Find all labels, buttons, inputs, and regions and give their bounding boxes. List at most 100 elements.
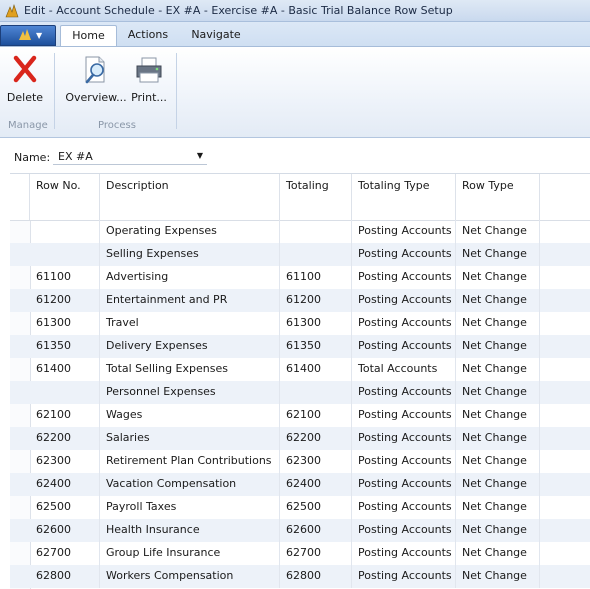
- column-header-totaling[interactable]: Totaling: [280, 174, 352, 220]
- cell-description[interactable]: Total Selling Expenses: [100, 358, 280, 381]
- cell-totaling[interactable]: 62100: [280, 404, 352, 427]
- cell-row-no[interactable]: 61400: [30, 358, 100, 381]
- chevron-down-icon[interactable]: ▼: [197, 151, 203, 160]
- cell-totaling-type[interactable]: Posting Accounts: [352, 565, 456, 588]
- cell-totaling-type[interactable]: Total Accounts: [352, 358, 456, 381]
- cell-totaling-type[interactable]: Posting Accounts: [352, 542, 456, 565]
- cell-totaling[interactable]: 61300: [280, 312, 352, 335]
- column-header-row-no[interactable]: Row No.: [30, 174, 100, 220]
- cell-totaling-type[interactable]: Posting Accounts: [352, 496, 456, 519]
- table-row[interactable]: 62200 Salaries 62200 Posting Accounts Net Ch…: [10, 427, 590, 450]
- cell-totaling-type[interactable]: Posting Accounts: [352, 289, 456, 312]
- cell-row-no[interactable]: 62400: [30, 473, 100, 496]
- tab-home[interactable]: Home: [60, 25, 117, 46]
- table-row[interactable]: 61100 Advertising 61100 Posting Accounts Net…: [10, 266, 590, 289]
- cell-totaling-type[interactable]: Posting Accounts: [352, 220, 456, 243]
- cell-row-type[interactable]: Net Change: [456, 312, 540, 335]
- cell-description[interactable]: Payroll Taxes: [100, 496, 280, 519]
- table-row[interactable]: 62400 Vacation Compensation 62400 Posting A…: [10, 473, 590, 496]
- cell-description[interactable]: Workers Compensation: [100, 565, 280, 588]
- application-menu-button[interactable]: ▼: [0, 25, 56, 46]
- cell-description[interactable]: Vacation Compensation: [100, 473, 280, 496]
- cell-row-no[interactable]: 62800: [30, 565, 100, 588]
- cell-row-no[interactable]: 62300: [30, 450, 100, 473]
- cell-description[interactable]: Salaries: [100, 427, 280, 450]
- cell-row-type[interactable]: Net Change: [456, 404, 540, 427]
- cell-row-no[interactable]: 62500: [30, 496, 100, 519]
- cell-row-no[interactable]: [30, 381, 100, 404]
- cell-row-no[interactable]: 62700: [30, 542, 100, 565]
- cell-row-type[interactable]: Net Change: [456, 427, 540, 450]
- table-row[interactable]: 61350 Delivery Expenses 61350 Posting Accou…: [10, 335, 590, 358]
- cell-totaling-type[interactable]: Posting Accounts: [352, 519, 456, 542]
- cell-totaling[interactable]: 62800: [280, 565, 352, 588]
- cell-totaling-type[interactable]: Posting Accounts: [352, 266, 456, 289]
- cell-totaling[interactable]: [280, 381, 352, 404]
- cell-totaling-type[interactable]: Posting Accounts: [352, 312, 456, 335]
- cell-totaling[interactable]: 61350: [280, 335, 352, 358]
- tab-actions[interactable]: Actions: [119, 25, 177, 46]
- cell-totaling[interactable]: 62200: [280, 427, 352, 450]
- column-header-row-type[interactable]: Row Type: [456, 174, 540, 220]
- cell-totaling-type[interactable]: Posting Accounts: [352, 473, 456, 496]
- column-header-totaling-type[interactable]: Totaling Type: [352, 174, 456, 220]
- cell-row-type[interactable]: Net Change: [456, 565, 540, 588]
- cell-totaling[interactable]: 62500: [280, 496, 352, 519]
- cell-totaling[interactable]: 62600: [280, 519, 352, 542]
- cell-totaling-type[interactable]: Posting Accounts: [352, 335, 456, 358]
- cell-row-type[interactable]: Net Change: [456, 266, 540, 289]
- cell-totaling[interactable]: 62300: [280, 450, 352, 473]
- cell-description[interactable]: Personnel Expenses: [100, 381, 280, 404]
- cell-row-type[interactable]: Net Change: [456, 335, 540, 358]
- cell-description[interactable]: Retirement Plan Contributions: [100, 450, 280, 473]
- cell-totaling-type[interactable]: Posting Accounts: [352, 427, 456, 450]
- column-header-description[interactable]: Description: [100, 174, 280, 220]
- cell-row-type[interactable]: Net Change: [456, 450, 540, 473]
- name-dropdown[interactable]: EX #A ▼: [53, 147, 207, 165]
- cell-totaling[interactable]: 61100: [280, 266, 352, 289]
- cell-description[interactable]: Wages: [100, 404, 280, 427]
- table-row[interactable]: 61300 Travel 61300 Posting Accounts Net Chan…: [10, 312, 590, 335]
- cell-row-type[interactable]: Net Change: [456, 220, 540, 243]
- cell-totaling-type[interactable]: Posting Accounts: [352, 404, 456, 427]
- overview-button[interactable]: Overview...: [64, 51, 128, 109]
- table-row[interactable]: Selling Expenses Posting Accounts Net Chan…: [10, 243, 590, 266]
- cell-row-type[interactable]: Net Change: [456, 519, 540, 542]
- cell-row-no[interactable]: 62100: [30, 404, 100, 427]
- cell-row-no[interactable]: 61350: [30, 335, 100, 358]
- table-row[interactable]: Personnel Expenses Posting Accounts Net Ch…: [10, 381, 590, 404]
- cell-description[interactable]: Delivery Expenses: [100, 335, 280, 358]
- cell-row-type[interactable]: Net Change: [456, 243, 540, 266]
- table-row[interactable]: 62500 Payroll Taxes 62500 Posting Accounts N…: [10, 496, 590, 519]
- cell-description[interactable]: Advertising: [100, 266, 280, 289]
- cell-row-no[interactable]: [30, 243, 100, 266]
- cell-totaling-type[interactable]: Posting Accounts: [352, 243, 456, 266]
- cell-totaling[interactable]: 62400: [280, 473, 352, 496]
- cell-row-no[interactable]: 62600: [30, 519, 100, 542]
- cell-description[interactable]: Health Insurance: [100, 519, 280, 542]
- cell-totaling-type[interactable]: Posting Accounts: [352, 381, 456, 404]
- cell-row-no[interactable]: [30, 220, 100, 243]
- cell-row-no[interactable]: 61100: [30, 266, 100, 289]
- delete-button[interactable]: Delete: [4, 51, 46, 109]
- print-button[interactable]: Print...: [126, 51, 172, 109]
- cell-totaling-type[interactable]: Posting Accounts: [352, 450, 456, 473]
- cell-row-type[interactable]: Net Change: [456, 289, 540, 312]
- cell-totaling[interactable]: 61400: [280, 358, 352, 381]
- cell-description[interactable]: Group Life Insurance: [100, 542, 280, 565]
- table-row[interactable]: 62700 Group Life Insurance 62700 Posting Ac…: [10, 542, 590, 565]
- cell-totaling[interactable]: [280, 220, 352, 243]
- cell-row-no[interactable]: 62200: [30, 427, 100, 450]
- cell-row-no[interactable]: 61200: [30, 289, 100, 312]
- cell-row-type[interactable]: Net Change: [456, 358, 540, 381]
- table-row[interactable]: 61400 Total Selling Expenses 61400 Total Ac…: [10, 358, 590, 381]
- table-row[interactable]: 62300 Retirement Plan Contributions 62300 P…: [10, 450, 590, 473]
- cell-row-type[interactable]: Net Change: [456, 542, 540, 565]
- cell-description[interactable]: Selling Expenses: [100, 243, 280, 266]
- table-row[interactable]: 61200 Entertainment and PR 61200 Posting Ac…: [10, 289, 590, 312]
- cell-totaling[interactable]: 61200: [280, 289, 352, 312]
- cell-description[interactable]: Operating Expenses: [100, 220, 280, 243]
- cell-totaling[interactable]: 62700: [280, 542, 352, 565]
- cell-row-type[interactable]: Net Change: [456, 381, 540, 404]
- table-row[interactable]: 62100 Wages 62100 Posting Accounts Net Chang…: [10, 404, 590, 427]
